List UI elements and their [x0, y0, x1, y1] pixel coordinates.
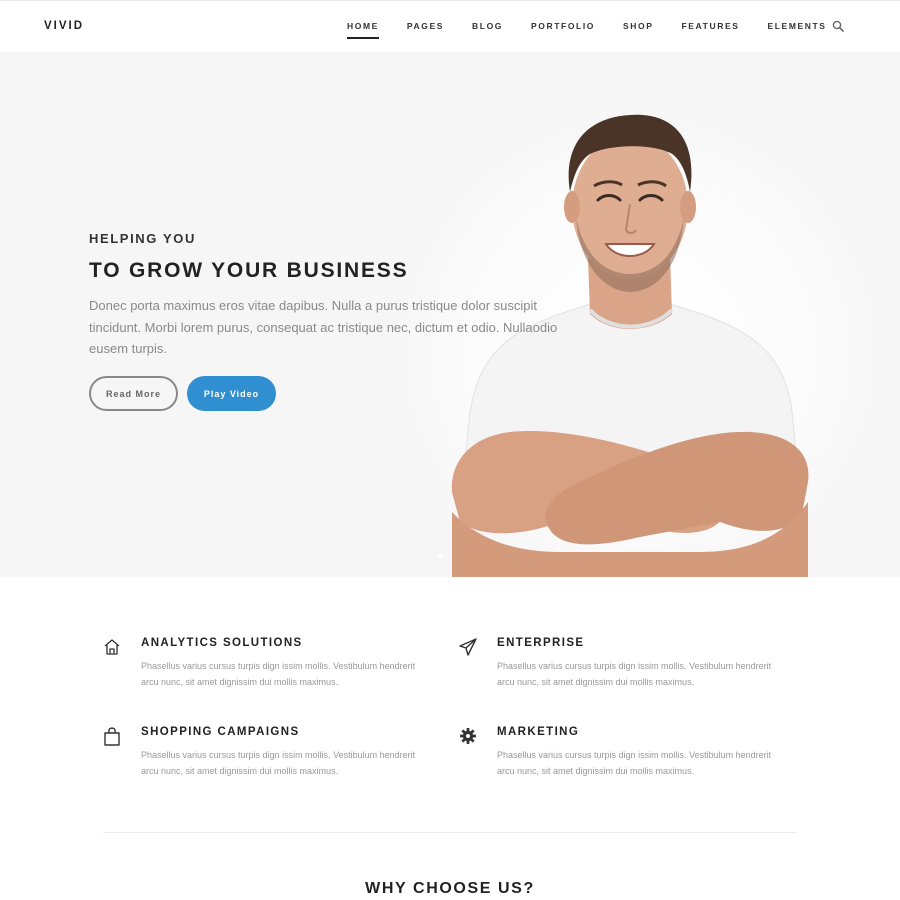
home-icon	[104, 639, 120, 655]
feature-title: MARKETING	[497, 726, 580, 738]
hero-title: TO GROW YOUR BUSINESS	[89, 259, 409, 282]
menu-item-blog[interactable]: BLOG	[472, 21, 503, 39]
shopping-bag-icon	[104, 727, 120, 746]
main-menu: HOME PAGES BLOG PORTFOLIO SHOP FEATURES …	[347, 21, 855, 39]
feature-text: Phasellus varius cursus turpis dign issi…	[141, 750, 416, 776]
paper-plane-icon	[459, 638, 477, 656]
hero-description: Donec porta maximus eros vitae dapibus. …	[89, 298, 558, 356]
slider-dot[interactable]	[438, 553, 443, 558]
read-more-button[interactable]: Read More	[89, 376, 178, 411]
feature-text: Phasellus varius cursus turpis dign issi…	[141, 661, 416, 687]
menu-item-portfolio[interactable]: PORTFOLIO	[531, 21, 595, 39]
section-divider	[103, 832, 797, 833]
hero-subtitle: HELPING YOU	[89, 231, 196, 246]
feature-text: Phasellus varius cursus turpis dign issi…	[497, 750, 772, 776]
why-choose-us-heading: WHY CHOOSE US?	[365, 880, 535, 897]
search-icon[interactable]	[832, 20, 844, 32]
feature-text: Phasellus varius cursus turpis dign issi…	[497, 661, 772, 687]
feature-title: ENTERPRISE	[497, 637, 585, 649]
feature-title: SHOPPING CAMPAIGNS	[141, 726, 300, 738]
menu-item-features[interactable]: FEATURES	[682, 21, 740, 39]
hero-section: HELPING YOU TO GROW YOUR BUSINESS Donec …	[0, 52, 900, 577]
feature-title: ANALYTICS SOLUTIONS	[141, 637, 303, 649]
menu-item-pages[interactable]: PAGES	[407, 21, 444, 39]
menu-item-home[interactable]: HOME	[347, 21, 379, 39]
gear-icon	[460, 728, 476, 744]
menu-item-elements[interactable]: ELEMENTS	[767, 21, 826, 39]
top-navbar: VIVID HOME PAGES BLOG PORTFOLIO SHOP FEA…	[0, 0, 900, 52]
play-video-button[interactable]: Play Video	[187, 376, 276, 411]
site-logo[interactable]: VIVID	[44, 20, 84, 32]
menu-item-shop[interactable]: SHOP	[623, 21, 654, 39]
